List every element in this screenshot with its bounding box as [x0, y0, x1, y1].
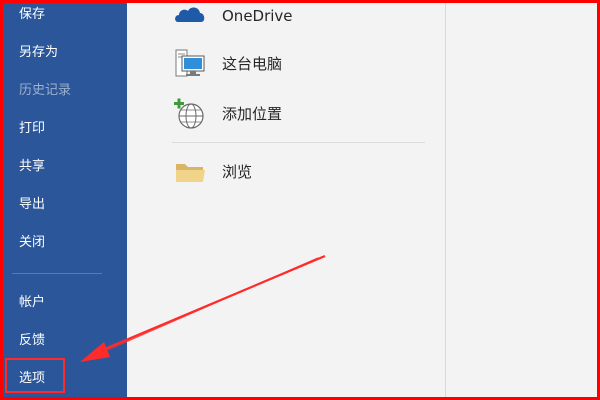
locations-divider [172, 142, 425, 143]
sidebar-item-save-as[interactable]: 另存为 [0, 35, 127, 71]
location-label: OneDrive [222, 7, 293, 25]
add-place-globe-icon [172, 96, 208, 132]
sidebar-item-feedback[interactable]: 反馈 [0, 323, 127, 359]
computer-icon [172, 46, 208, 82]
recent-folders-pane [446, 0, 600, 400]
sidebar-item-account[interactable]: 帐户 [0, 285, 127, 321]
annotation-highlight-box [5, 358, 65, 393]
location-this-pc[interactable]: 这台电脑 [172, 46, 432, 86]
sidebar-item-close[interactable]: 关闭 [0, 225, 127, 261]
sidebar-item-save[interactable]: 保存 [0, 0, 127, 33]
location-label: 添加位置 [222, 105, 283, 123]
location-browse[interactable]: 浏览 [172, 154, 432, 194]
location-onedrive[interactable]: OneDrive [172, 0, 432, 38]
location-label: 浏览 [222, 163, 253, 181]
backstage-sidebar: 保存 另存为 历史记录 打印 共享 导出 关闭 帐户 反馈 选项 [0, 0, 127, 400]
location-add-place[interactable]: 添加位置 [172, 96, 432, 136]
sidebar-item-history: 历史记录 [19, 83, 72, 98]
sidebar-item-share[interactable]: 共享 [0, 149, 127, 185]
location-label: 这台电脑 [222, 55, 283, 73]
onedrive-cloud-icon [172, 0, 208, 34]
folder-icon [172, 154, 208, 190]
sidebar-divider [12, 273, 102, 274]
locations-panel: OneDrive 这台电脑 添加位置 浏览 [127, 0, 445, 400]
sidebar-item-print[interactable]: 打印 [0, 111, 127, 147]
sidebar-item-export[interactable]: 导出 [0, 187, 127, 223]
